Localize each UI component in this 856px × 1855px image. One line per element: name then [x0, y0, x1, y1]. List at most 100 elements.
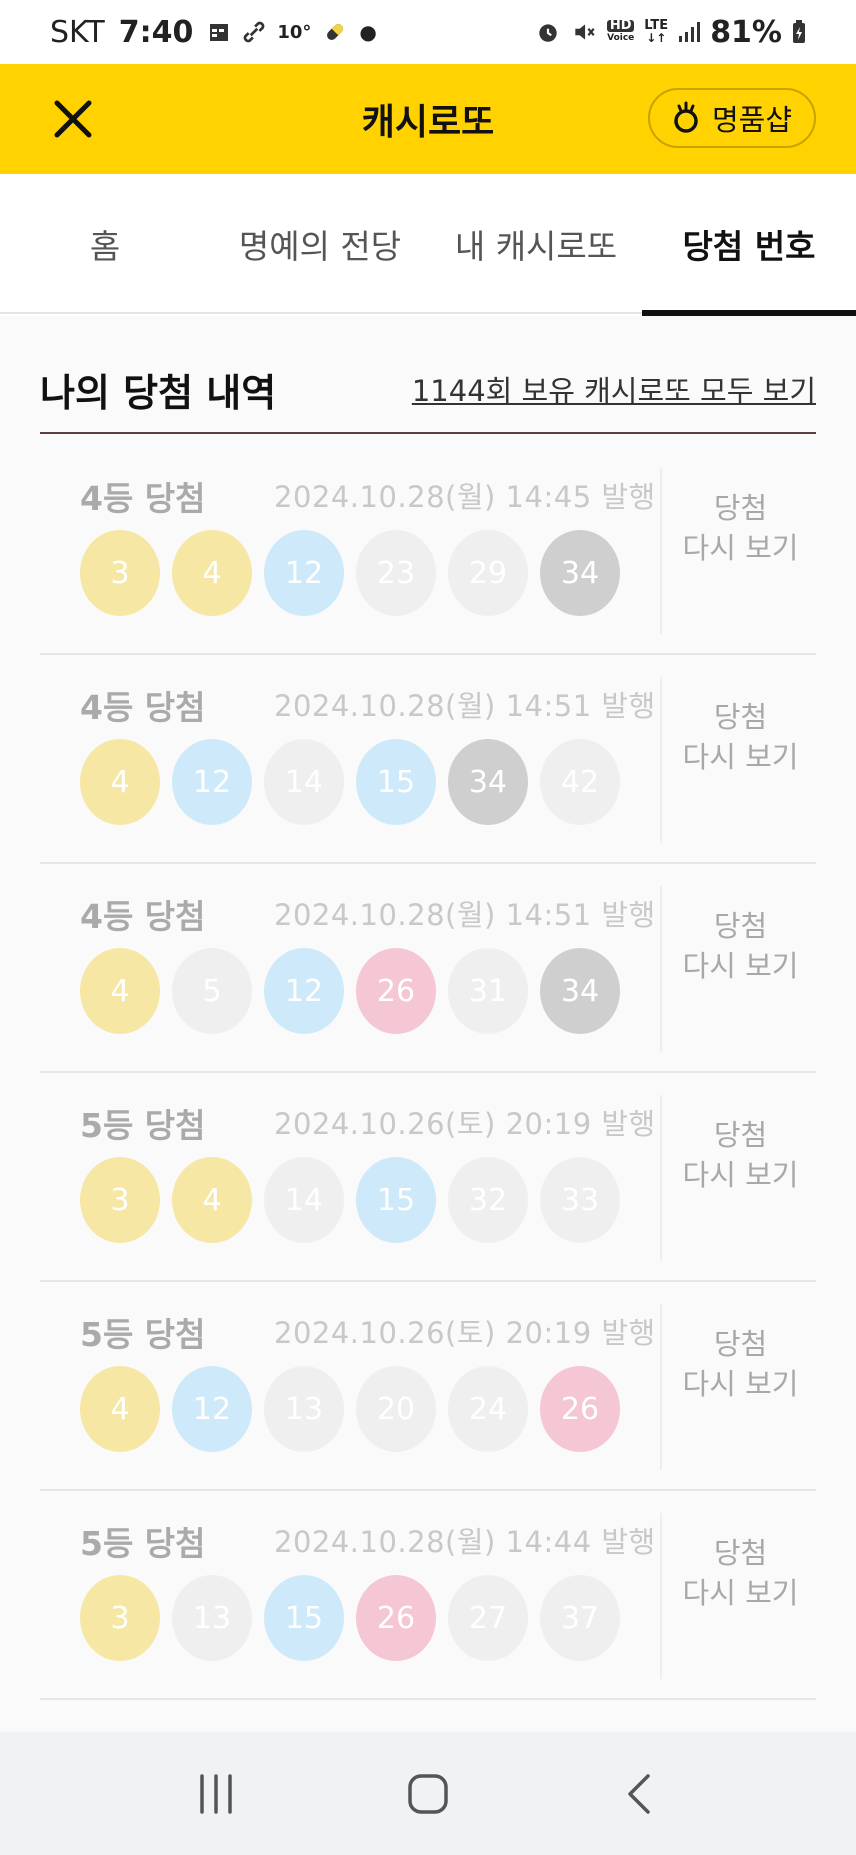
lotto-ball: 27 — [448, 1575, 528, 1661]
tab-home[interactable]: 홈 — [0, 174, 210, 314]
tab-label: 홈 — [89, 227, 121, 266]
review-win-button[interactable]: 당첨 다시 보기 — [665, 1533, 816, 1613]
win-rank: 4등 당첨 — [80, 688, 206, 727]
lotto-ball: 13 — [172, 1575, 252, 1661]
close-icon — [54, 100, 92, 138]
lotto-ball: 37 — [540, 1575, 620, 1661]
app-header: 캐시로또 명품샵 — [0, 64, 856, 174]
review-label-line2: 다시 보기 — [682, 1367, 799, 1401]
recent-apps-button[interactable] — [176, 1754, 256, 1834]
lotto-ball: 12 — [172, 1366, 252, 1452]
recent-apps-icon — [200, 1773, 232, 1814]
close-button[interactable] — [40, 86, 106, 152]
lte-icon: LTE ↓↑ — [644, 18, 669, 45]
lotto-ball: 4 — [172, 530, 252, 616]
diamond-icon — [674, 101, 698, 133]
review-label-line1: 당첨 — [713, 700, 768, 734]
review-win-button[interactable]: 당첨다시 보기 — [665, 697, 816, 777]
lotto-ball: 15 — [356, 1157, 436, 1243]
win-rank: 5등 당첨 — [80, 1106, 206, 1145]
lotto-ball: 13 — [264, 1366, 344, 1452]
win-rank: 4등 당첨 — [80, 897, 206, 936]
review-label-line2: 다시 보기 — [682, 949, 799, 983]
review-win-button[interactable]: 당첨 다시 보기 — [665, 1115, 816, 1195]
carrier-label: SKT — [50, 14, 105, 50]
review-win-button[interactable]: 당첨다시 보기 — [665, 488, 816, 568]
lotto-ball: 15 — [356, 739, 436, 825]
link-icon — [244, 21, 265, 43]
review-label-line2: 다시 보기 — [682, 531, 799, 565]
lotto-ball: 12 — [172, 739, 252, 825]
tab-label: 명예의 전당 — [238, 227, 402, 266]
divider — [660, 1304, 662, 1470]
alarm-icon — [539, 24, 557, 42]
review-label-line1: 당첨 — [713, 491, 768, 525]
lotto-ball: 4 — [172, 1157, 252, 1243]
win-item: 5등 당첨 2024.10.26(토) 20:19 발행 3 4 14 15 32 33 당첨 다… — [40, 1073, 816, 1282]
status-left: SKT 7:40 10° ● — [50, 15, 377, 50]
tab-label: 내 캐시로또 — [454, 227, 618, 266]
lotto-ball: 3 — [80, 1157, 160, 1243]
tab-label: 당첨 번호 — [682, 227, 816, 266]
divider — [660, 677, 662, 843]
win-item: 4등 당첨 2024.10.28(월) 14:51 발행 4 12 14 15 34 42 당첨… — [40, 655, 816, 864]
battery-percent: 81% — [710, 14, 782, 50]
luxury-shop-button[interactable]: 명품샵 — [647, 88, 816, 148]
back-icon — [628, 1773, 650, 1814]
main-content: 나의 당첨 내역 1144회 보유 캐시로또 모두 보기 4등 당첨 2024.1… — [0, 316, 856, 1732]
section-header: 나의 당첨 내역 1144회 보유 캐시로또 모두 보기 — [40, 362, 816, 434]
lotto-ball: 5 — [172, 948, 252, 1034]
lotto-ball: 15 — [264, 1575, 344, 1661]
lotto-ball: 4 — [80, 1366, 160, 1452]
review-label-line2: 다시 보기 — [682, 1158, 799, 1192]
win-item: 5등 당첨 2024.10.28(월) 14:44 발행 3 13 15 26 27 37 당첨… — [40, 1491, 816, 1700]
lotto-ball: 12 — [264, 530, 344, 616]
back-button[interactable] — [600, 1754, 680, 1834]
status-notification-icons: 10° ● — [207, 18, 377, 46]
win-rank: 5등 당첨 — [80, 1524, 206, 1563]
review-win-button[interactable]: 당첨다시 보기 — [665, 906, 816, 986]
lotto-ball: 12 — [264, 948, 344, 1034]
calendar-icon — [210, 24, 229, 41]
home-button[interactable] — [388, 1754, 468, 1834]
issue-date: 2024.10.26(토) 20:19 발행 — [274, 1107, 656, 1141]
temperature-label: 10° — [277, 21, 312, 43]
mute-icon — [575, 24, 595, 40]
win-item: 5등 당첨 2024.10.26(토) 20:19 발행 4 12 13 20 24 26 당첨… — [40, 1282, 816, 1491]
issue-date: 2024.10.28(월) 14:45 발행 — [274, 480, 656, 514]
hd-voice-icon: HD Voice — [607, 18, 635, 43]
review-label-line1: 당첨 — [713, 1536, 768, 1570]
review-label-line1: 당첨 — [713, 909, 768, 943]
lotto-balls: 4 12 14 15 34 42 — [80, 739, 620, 825]
win-rank: 4등 당첨 — [80, 479, 206, 518]
lotto-ball: 14 — [264, 739, 344, 825]
divider — [660, 1095, 662, 1261]
page-title: 캐시로또 — [361, 102, 495, 143]
home-icon — [408, 1773, 448, 1814]
lotto-ball: 4 — [80, 948, 160, 1034]
tab-hall-of-fame[interactable]: 명예의 전당 — [210, 174, 430, 314]
lotto-ball: 34 — [540, 948, 620, 1034]
review-label-line2: 다시 보기 — [682, 740, 799, 774]
status-bar: SKT 7:40 10° ● HD Voice LTE ↓↑ 81% — [0, 0, 856, 64]
dot-icon: ● — [359, 20, 377, 44]
lotto-ball: 33 — [540, 1157, 620, 1243]
view-all-link[interactable]: 1144회 보유 캐시로또 모두 보기 — [412, 368, 816, 410]
divider — [660, 886, 662, 1052]
tab-winning-numbers[interactable]: 당첨 번호 — [642, 174, 856, 316]
lotto-balls: 4 5 12 26 31 34 — [80, 948, 620, 1034]
lotto-ball: 26 — [356, 948, 436, 1034]
win-item: 4등 당첨 2024.10.28(월) 14:51 발행 4 5 12 26 31 34 당첨 다… — [40, 864, 816, 1073]
lotto-ball: 4 — [80, 739, 160, 825]
win-history-list: 4등 당첨 2024.10.28(월) 14:45 발행 3 4 12 23 29 34 당첨 다… — [40, 446, 816, 1700]
lotto-ball: 24 — [448, 1366, 528, 1452]
status-right: HD Voice LTE ↓↑ 81% — [535, 15, 806, 50]
tab-my-cashlotto[interactable]: 내 캐시로또 — [430, 174, 642, 314]
review-win-button[interactable]: 당첨다시 보기 — [665, 1324, 816, 1404]
lotto-ball: 29 — [448, 530, 528, 616]
issue-date: 2024.10.26(토) 20:19 발행 — [274, 1316, 656, 1350]
divider — [660, 468, 662, 634]
review-label-line1: 당첨 — [713, 1327, 768, 1361]
lotto-ball: 20 — [356, 1366, 436, 1452]
pill-icon — [327, 24, 344, 40]
